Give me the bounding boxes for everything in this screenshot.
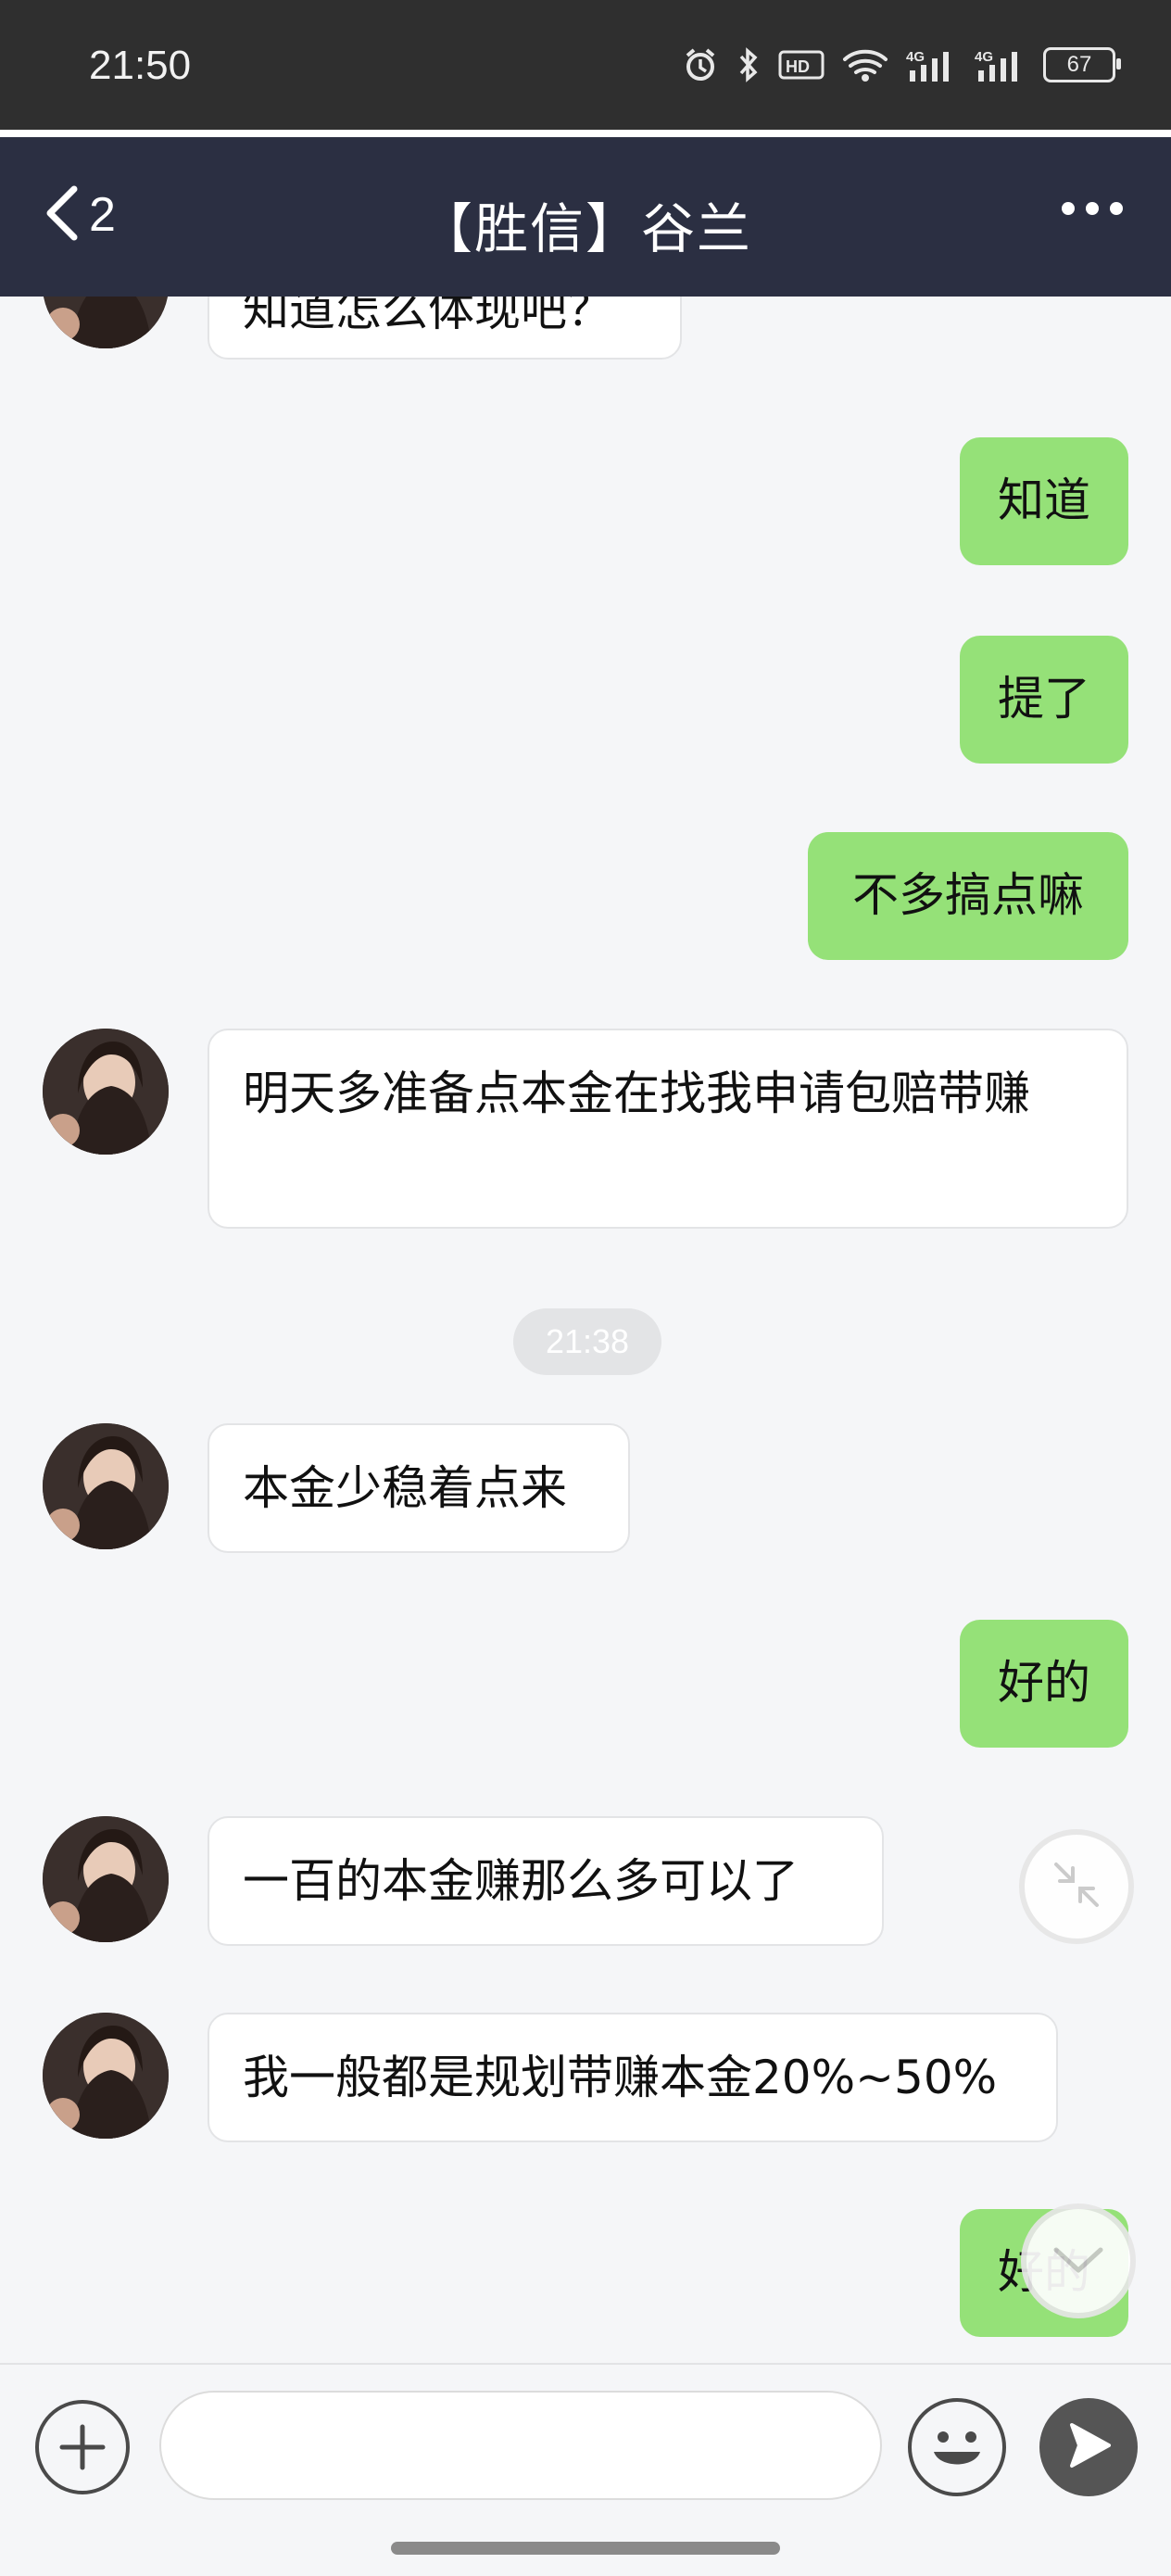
message-bubble[interactable]: 一百的本金赚那么多可以了 [208, 1816, 884, 1946]
contact-avatar[interactable] [43, 1816, 169, 1942]
contact-avatar[interactable] [43, 2013, 169, 2139]
chevron-down-icon [1051, 2241, 1106, 2281]
chat-header: 2 【胜信】谷兰 [0, 137, 1171, 297]
message-input[interactable] [159, 2391, 882, 2500]
minimize-button[interactable] [1019, 1829, 1134, 1944]
timestamp-chip: 21:38 [513, 1308, 661, 1375]
contact-avatar[interactable] [43, 1029, 169, 1155]
status-icons: HD 4G 4G 67 [682, 46, 1121, 83]
scroll-to-bottom-button[interactable] [1021, 2203, 1136, 2318]
plus-icon[interactable] [35, 2400, 130, 2494]
contact-avatar[interactable] [43, 297, 169, 348]
message-bubble[interactable]: 知道怎么体现吧？ [208, 297, 682, 360]
wifi-icon [841, 46, 889, 83]
message-bubble[interactable]: 提了 [960, 636, 1128, 764]
message-bubble[interactable]: 明天多准备点本金在找我申请包赔带赚 [208, 1029, 1128, 1229]
svg-text:HD: HD [786, 57, 810, 76]
signal-icon: 4G [975, 46, 1026, 83]
message-bubble[interactable]: 知道 [960, 437, 1128, 565]
send-icon [1061, 2418, 1116, 2477]
hd-icon: HD [778, 48, 825, 82]
svg-text:4G: 4G [906, 49, 925, 65]
status-time: 21:50 [89, 43, 192, 88]
signal-icon: 4G [906, 46, 958, 83]
emoji-icon[interactable] [908, 2398, 1006, 2496]
status-bar: 21:50 HD 4G 4G 67 [0, 0, 1171, 130]
svg-text:4G: 4G [975, 49, 993, 65]
chat-title: 【胜信】谷兰 [418, 197, 752, 260]
contact-avatar[interactable] [43, 1423, 169, 1549]
message-bubble[interactable]: 不多搞点嘛 [808, 832, 1128, 960]
message-list[interactable]: 知道怎么体现吧？ 知道 提了 不多搞点嘛 明天多准备点本金在找我申请包赔带赚 2… [0, 297, 1171, 2363]
home-indicator[interactable] [391, 2542, 780, 2555]
status-divider [0, 130, 1171, 137]
battery-level: 67 [1066, 52, 1092, 77]
collapse-arrows-icon [1049, 1857, 1104, 1916]
message-bubble[interactable]: 我一般都是规划带赚本金20%~50% [208, 2013, 1058, 2142]
message-bubble[interactable]: 本金少稳着点来 [208, 1423, 630, 1553]
send-button[interactable] [1039, 2398, 1138, 2496]
alarm-icon [682, 46, 719, 83]
message-bubble[interactable]: 好的 [960, 1620, 1128, 1748]
more-dots-icon[interactable] [1062, 202, 1123, 215]
input-bar [0, 2363, 1171, 2522]
bluetooth-icon [736, 46, 762, 83]
battery-icon: 67 [1043, 47, 1121, 82]
